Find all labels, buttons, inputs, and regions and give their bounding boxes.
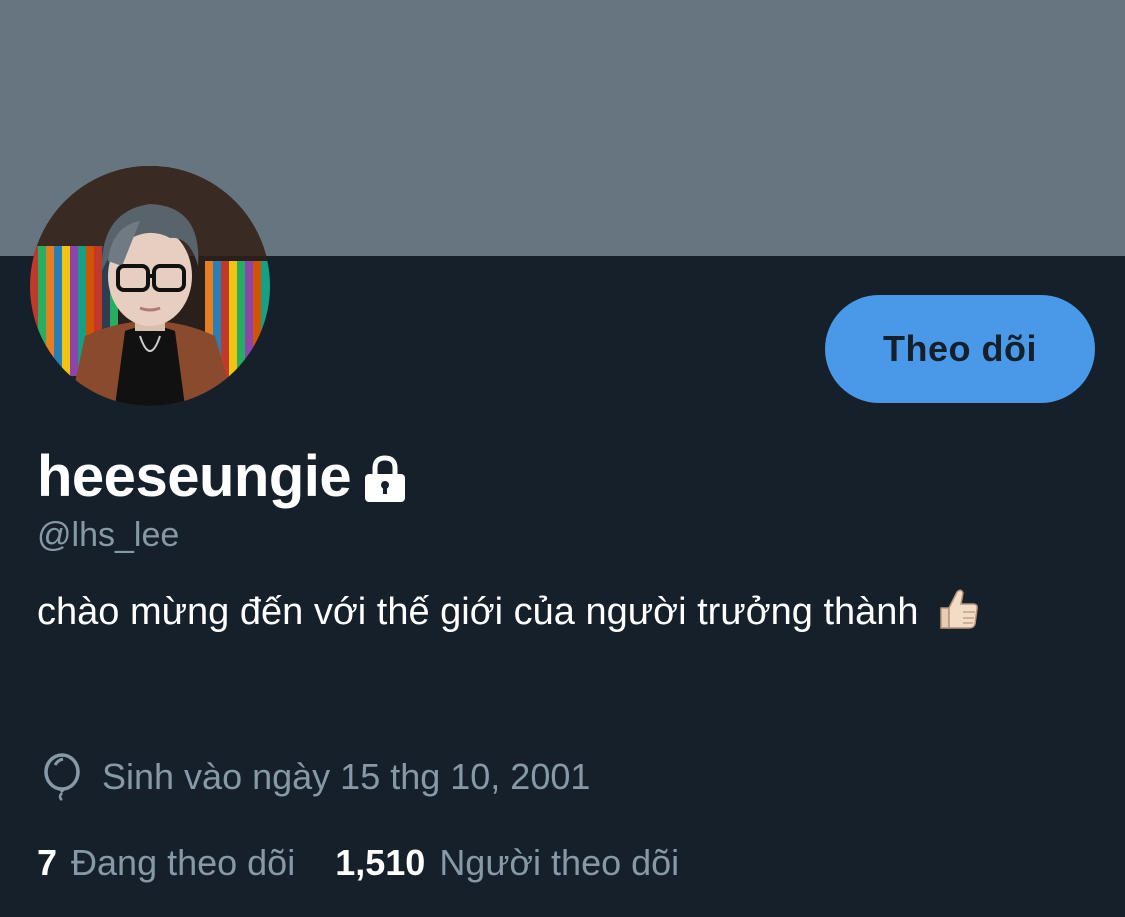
followers-stat[interactable]: 1,510 Người theo dõi xyxy=(335,842,679,884)
follow-stats: 7 Đang theo dõi 1,510 Người theo dõi xyxy=(37,838,679,888)
display-name: heeseungie xyxy=(37,443,352,509)
following-label: Đang theo dõi xyxy=(71,842,296,883)
birth-date: Sinh vào ngày 15 thg 10, 2001 xyxy=(102,756,591,797)
avatar-image xyxy=(30,166,270,406)
bio-text: chào mừng đến với thế giới của người trư… xyxy=(37,591,919,633)
thumbs-up-emoji-icon xyxy=(935,586,981,632)
follow-button[interactable]: Theo dõi xyxy=(825,295,1095,403)
profile-handle: @lhs_lee xyxy=(37,516,180,554)
followers-count: 1,510 xyxy=(335,842,426,883)
following-count: 7 xyxy=(37,842,58,883)
balloon-icon xyxy=(40,753,84,801)
avatar[interactable] xyxy=(30,166,270,406)
following-stat[interactable]: 7 Đang theo dõi xyxy=(37,842,295,884)
display-name-row: heeseungie xyxy=(37,438,409,514)
lock-icon xyxy=(361,454,409,504)
birth-date-row: Sinh vào ngày 15 thg 10, 2001 xyxy=(40,752,590,802)
profile-bio: chào mừng đến với thế giới của người trư… xyxy=(37,580,1037,644)
followers-label: Người theo dõi xyxy=(439,842,680,883)
